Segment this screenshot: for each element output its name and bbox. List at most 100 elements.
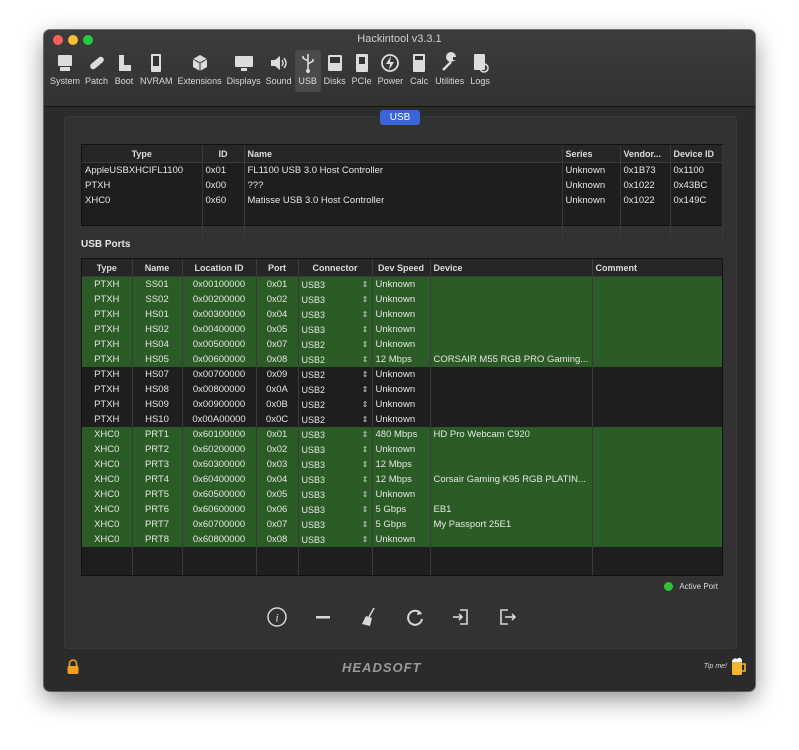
connector-select[interactable]: USB3 ⇕ <box>298 427 373 442</box>
tip-me-label[interactable]: Tip me! <box>704 663 727 670</box>
port-row[interactable]: PTXH HS05 0x00600000 0x08 USB2 ⇕ 12 Mbps CORSAI… <box>82 352 722 367</box>
connector-select[interactable]: USB3 ⇕ <box>298 307 373 322</box>
active-port-dot <box>664 582 674 591</box>
toolbar-item-calc[interactable]: Calc <box>406 50 432 92</box>
connector-select[interactable]: USB3 ⇕ <box>298 487 373 502</box>
toolbar-item-nvram[interactable]: NVRAM <box>138 50 175 92</box>
connector-select[interactable]: USB3 ⇕ <box>298 292 373 307</box>
refresh-button[interactable] <box>403 605 427 629</box>
port-row[interactable]: XHC0 PRT7 0x60700000 0x07 USB3 ⇕ 5 Gbps My Pass… <box>82 517 722 532</box>
controllers-column-header[interactable]: Device ID <box>670 145 723 163</box>
port-row[interactable]: XHC0 PRT3 0x60300000 0x03 USB3 ⇕ 12 Mbps <box>82 457 722 472</box>
tab-usb[interactable]: USB <box>380 110 420 125</box>
connector-select[interactable]: USB3 ⇕ <box>298 517 373 532</box>
toolbar-item-utilities[interactable]: Utilities <box>433 50 466 92</box>
connector-select[interactable]: USB3 ⇕ <box>298 502 373 517</box>
toolbar-item-usb[interactable]: USB <box>294 50 321 92</box>
port-cell: XHC0 <box>82 457 133 472</box>
toolbar-item-boot[interactable]: Boot <box>111 50 137 92</box>
port-row[interactable]: XHC0 PRT2 0x60200000 0x02 USB3 ⇕ Unknown <box>82 442 722 457</box>
toolbar-item-pcie[interactable]: PCIe <box>349 50 375 92</box>
port-row[interactable]: PTXH HS04 0x00500000 0x07 USB2 ⇕ Unknown <box>82 337 722 352</box>
ports-column-header[interactable]: Comment <box>592 259 722 277</box>
connector-select[interactable]: USB3 ⇕ <box>298 472 373 487</box>
port-row[interactable]: PTXH HS09 0x00900000 0x0B USB2 ⇕ Unknown <box>82 397 722 412</box>
ports-column-header[interactable]: Dev Speed <box>372 259 431 277</box>
toolbar-item-displays[interactable]: Displays <box>225 50 263 92</box>
port-cell <box>592 502 722 517</box>
usb-icon <box>301 54 314 73</box>
beer-icon[interactable] <box>731 656 747 676</box>
port-row-empty <box>82 562 722 575</box>
port-row[interactable]: XHC0 PRT4 0x60400000 0x04 USB3 ⇕ 12 Mbps Corsai… <box>82 472 722 487</box>
port-row[interactable]: PTXH HS07 0x00700000 0x09 USB2 ⇕ Unknown <box>82 367 722 382</box>
toolbar-item-label: Calc <box>410 76 429 86</box>
port-row[interactable]: PTXH SS02 0x00200000 0x02 USB3 ⇕ Unknown <box>82 292 722 307</box>
port-cell <box>430 307 593 322</box>
connector-select[interactable]: USB3 ⇕ <box>298 532 373 547</box>
toolbar-item-label: NVRAM <box>140 76 173 86</box>
port-row[interactable]: PTXH HS10 0x00A00000 0x0C USB2 ⇕ Unknown <box>82 412 722 427</box>
stepper-icon: ⇕ <box>361 340 369 349</box>
ports-column-header[interactable]: Port <box>256 259 299 277</box>
port-row[interactable]: XHC0 PRT6 0x60600000 0x06 USB3 ⇕ 5 Gbps EB1 <box>82 502 722 517</box>
toolbar-item-disks[interactable]: Disks <box>322 50 348 92</box>
port-row[interactable]: XHC0 PRT1 0x60100000 0x01 USB3 ⇕ 480 Mbps HD Pr… <box>82 427 722 442</box>
port-cell: 0x60300000 <box>182 457 257 472</box>
ports-column-header[interactable]: Connector <box>298 259 373 277</box>
ports-column-header[interactable]: Device <box>430 259 593 277</box>
ports-column-header[interactable]: Location ID <box>182 259 257 277</box>
stepper-icon: ⇕ <box>361 280 369 289</box>
export-button[interactable] <box>495 605 519 629</box>
clear-button[interactable] <box>357 605 381 629</box>
connector-select[interactable]: USB2 ⇕ <box>298 382 373 397</box>
controller-cell: 0x149C <box>670 193 723 208</box>
connector-select[interactable]: USB2 ⇕ <box>298 337 373 352</box>
svg-text:i: i <box>275 611 278 625</box>
controllers-table: Type ID Name Series Vendor... Device ID Apple… <box>81 144 723 238</box>
controllers-column-header[interactable]: Type <box>82 145 203 163</box>
port-row[interactable]: PTXH HS08 0x00800000 0x0A USB2 ⇕ Unknown <box>82 382 722 397</box>
controllers-column-header[interactable]: ID <box>202 145 245 163</box>
connector-select[interactable]: USB2 ⇕ <box>298 397 373 412</box>
connector-select[interactable]: USB3 ⇕ <box>298 322 373 337</box>
controllers-column-header[interactable]: Name <box>244 145 563 163</box>
ports-column-header[interactable]: Name <box>132 259 183 277</box>
controllers-column-header[interactable]: Series <box>562 145 621 163</box>
controller-row[interactable]: XHC0 0x60 Matisse USB 3.0 Host Controller U… <box>82 193 723 208</box>
ports-column-header[interactable]: Type <box>82 259 133 277</box>
controllers-column-header[interactable]: Vendor... <box>620 145 671 163</box>
connector-select[interactable]: USB2 ⇕ <box>298 367 373 382</box>
connector-select[interactable]: USB2 ⇕ <box>298 412 373 427</box>
toolbar-item-system[interactable]: System <box>48 50 82 92</box>
connector-select[interactable]: USB3 ⇕ <box>298 442 373 457</box>
toolbar-item-extensions[interactable]: Extensions <box>176 50 224 92</box>
port-cell <box>430 367 593 382</box>
port-row[interactable]: PTXH SS01 0x00100000 0x01 USB3 ⇕ Unknown <box>82 276 722 292</box>
toolbar-item-logs[interactable]: Logs <box>467 50 493 92</box>
connector-select[interactable]: USB2 ⇕ <box>298 352 373 367</box>
toolbar-item-power[interactable]: Power <box>376 50 406 92</box>
port-row[interactable]: XHC0 PRT5 0x60500000 0x05 USB3 ⇕ Unknown <box>82 487 722 502</box>
stepper-icon: ⇕ <box>361 445 369 454</box>
connector-select[interactable]: USB3 ⇕ <box>298 457 373 472</box>
controller-row[interactable]: AppleUSBXHCIFL1100 0x01 FL1100 USB 3.0 Hos… <box>82 162 723 178</box>
toolbar-item-sound[interactable]: Sound <box>264 50 294 92</box>
port-row[interactable]: PTXH HS02 0x00400000 0x05 USB3 ⇕ Unknown <box>82 322 722 337</box>
connector-select[interactable]: USB3 ⇕ <box>298 276 373 292</box>
power-icon <box>381 54 400 72</box>
remove-button[interactable] <box>311 605 335 629</box>
info-button[interactable]: i <box>265 605 289 629</box>
port-cell <box>430 457 593 472</box>
port-row[interactable]: XHC0 PRT8 0x60800000 0x08 USB3 ⇕ Unknown <box>82 532 722 547</box>
controller-row[interactable]: PTXH 0x00??? Unknown 0x1022 0x43BC <box>82 178 723 193</box>
lock-icon[interactable] <box>66 659 80 675</box>
toolbar-item-patch[interactable]: Patch <box>83 50 110 92</box>
utilities-icon <box>441 52 456 71</box>
port-row[interactable]: PTXH HS01 0x00300000 0x04 USB3 ⇕ Unknown <box>82 307 722 322</box>
port-cell: 0x00700000 <box>182 367 257 382</box>
port-cell: HS10 <box>132 412 183 427</box>
port-cell <box>592 442 722 457</box>
import-button[interactable] <box>449 605 473 629</box>
port-cell: Unknown <box>372 307 431 322</box>
